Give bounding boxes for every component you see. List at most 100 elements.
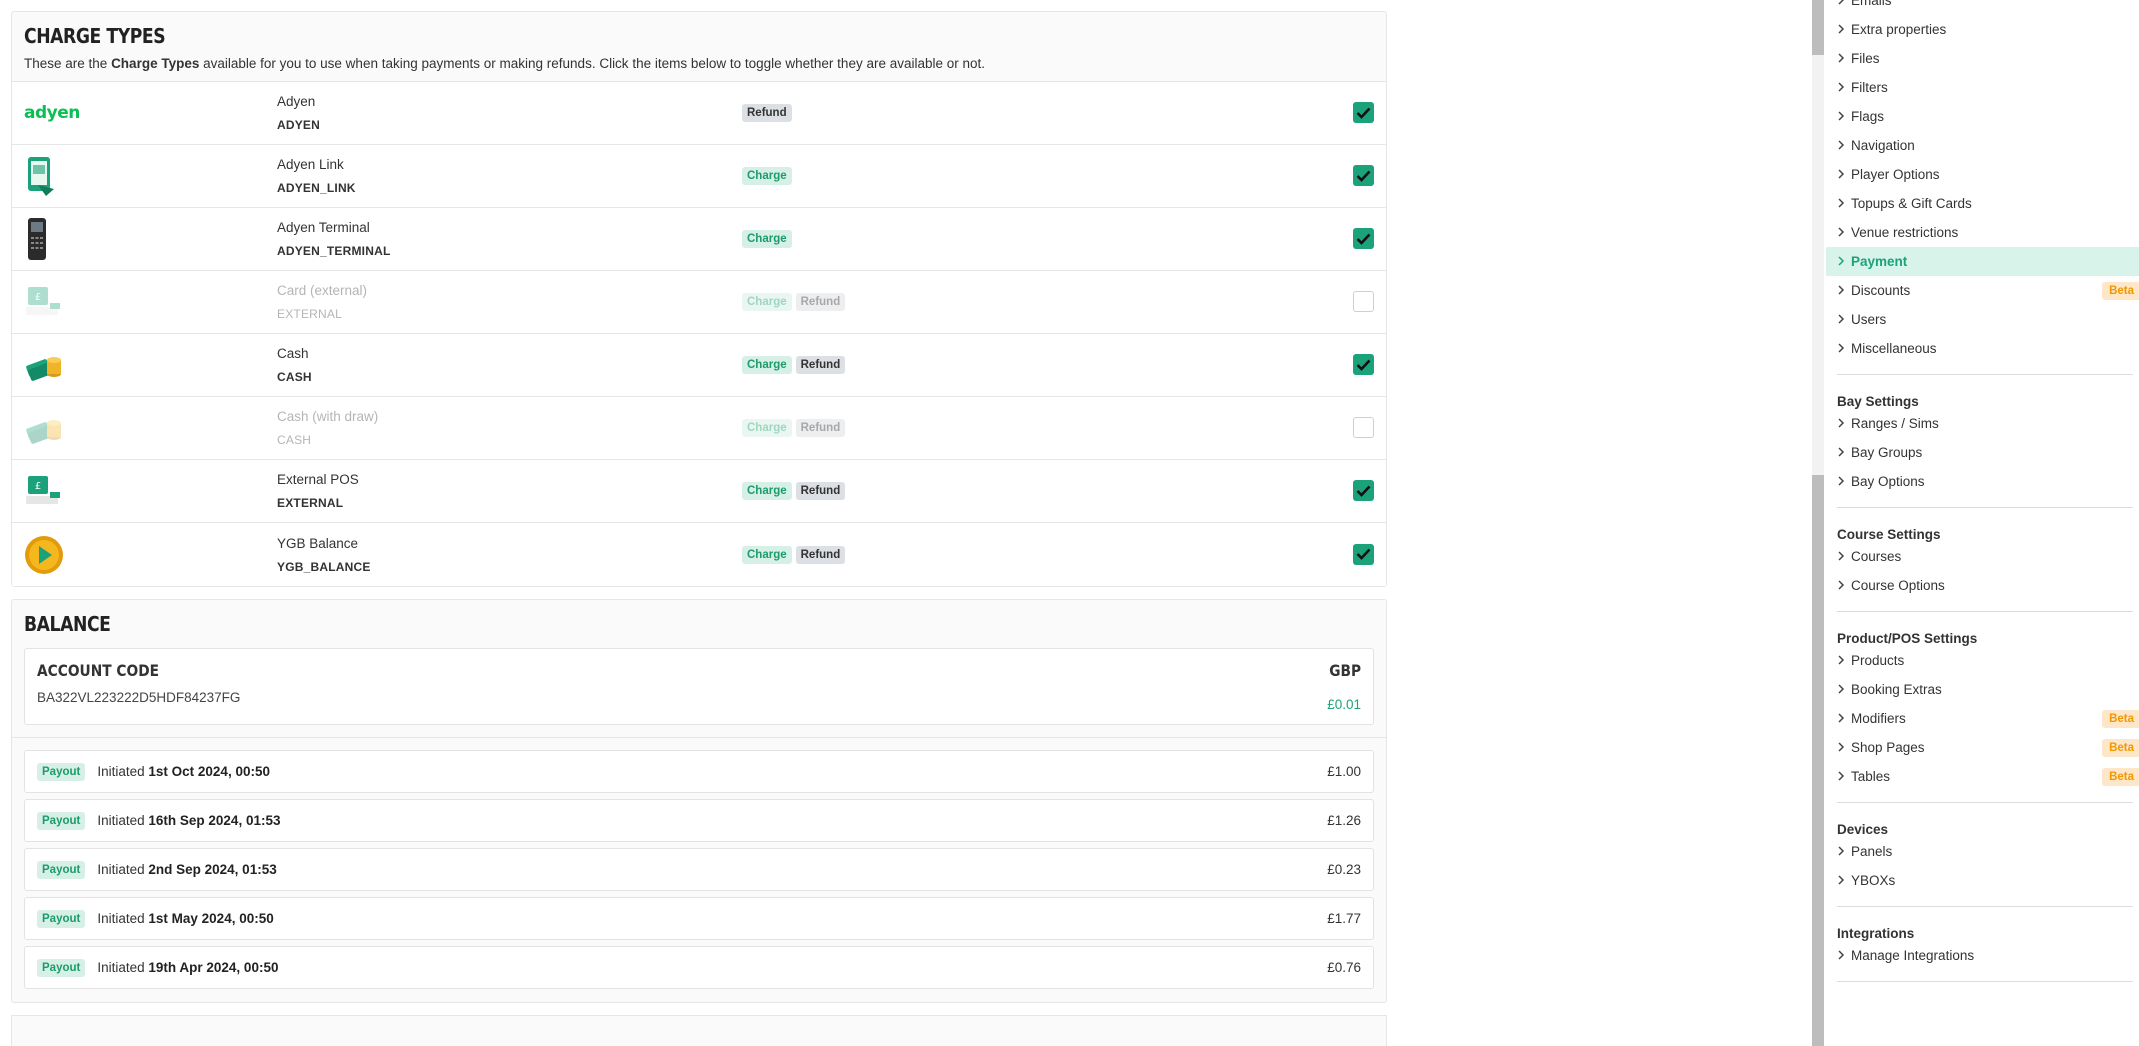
payout-date: 16th Sep 2024, 01:53: [148, 813, 281, 828]
payouts-list: Payout Initiated 1st Oct 2024, 00:50 £1.…: [12, 737, 1386, 1002]
sidebar-item-player-options[interactable]: Player Options: [1826, 160, 2139, 189]
sidebar-item-products[interactable]: Products: [1826, 646, 2139, 675]
sidebar-item-payment[interactable]: Payment: [1826, 247, 2139, 276]
charge-type-name: Adyen Link: [277, 157, 344, 172]
charge-type-tags: Charge: [742, 230, 792, 248]
chevron-right-icon: [1837, 579, 1851, 593]
main-content: CHARGE TYPES These are the Charge Types …: [11, 11, 1387, 1046]
chevron-right-icon: [1837, 313, 1851, 327]
charge-type-row-adyen[interactable]: adyen Adyen ADYEN Refund: [12, 82, 1386, 145]
enabled-checkbox[interactable]: [1353, 165, 1374, 186]
charge-type-code: CASH: [277, 433, 312, 447]
sidebar-item-course-options[interactable]: Course Options: [1826, 571, 2139, 600]
charge-type-row-ygb-balance[interactable]: YGB Balance YGB_BALANCE Charge Refund: [12, 523, 1386, 586]
sidebar-item-courses[interactable]: Courses: [1826, 542, 2139, 571]
sidebar-item-emails[interactable]: Emails: [1826, 0, 2139, 15]
charge-tag: Charge: [742, 545, 792, 564]
charge-type-icon-wrap: [12, 217, 277, 261]
payout-badge: Payout: [37, 909, 86, 928]
account-box: ACCOUNT CODE GBP BA322VL223222D5HDF84237…: [24, 648, 1374, 725]
sidebar-item-yboxs[interactable]: YBOXs: [1826, 866, 2139, 895]
chevron-right-icon: [1837, 139, 1851, 153]
sidebar-divider: [1837, 802, 2133, 803]
enabled-checkbox[interactable]: [1353, 480, 1374, 501]
sidebar-item-tables[interactable]: Tables Beta: [1826, 762, 2139, 791]
sidebar-item-bay-options[interactable]: Bay Options: [1826, 467, 2139, 496]
enabled-checkbox[interactable]: [1353, 543, 1374, 565]
sidebar-item-label: Shop Pages: [1851, 740, 1925, 755]
enabled-checkbox[interactable]: [1353, 291, 1374, 312]
chevron-right-icon: [1837, 52, 1851, 66]
charge-types-header: CHARGE TYPES These are the Charge Types …: [12, 12, 1386, 82]
sidebar-item-files[interactable]: Files: [1826, 44, 2139, 73]
check-icon: [1356, 359, 1371, 371]
sidebar-item-extra-properties[interactable]: Extra properties: [1826, 15, 2139, 44]
charge-type-row-cash[interactable]: Cash CASH Charge Refund: [12, 334, 1386, 397]
payout-badge: Payout: [37, 762, 86, 781]
sidebar-item-bay-groups[interactable]: Bay Groups: [1826, 438, 2139, 467]
sidebar-item-panels[interactable]: Panels: [1826, 837, 2139, 866]
card-terminal-icon: [28, 218, 46, 260]
pos-till-icon: £: [26, 476, 60, 504]
sidebar-item-booking-extras[interactable]: Booking Extras: [1826, 675, 2139, 704]
sidebar-item-shop-pages[interactable]: Shop Pages Beta: [1826, 733, 2139, 762]
charge-type-row-adyen-terminal[interactable]: Adyen Terminal ADYEN_TERMINAL Charge: [12, 208, 1386, 271]
scrollbar[interactable]: [1812, 0, 1824, 1046]
charge-type-row-card-external[interactable]: £ Card (external) EXTERNAL Charge Refund: [12, 271, 1386, 334]
sidebar-item-flags[interactable]: Flags: [1826, 102, 2139, 131]
sidebar-item-label: Files: [1851, 51, 1880, 66]
enabled-checkbox[interactable]: [1353, 228, 1374, 249]
sidebar-item-modifiers[interactable]: Modifiers Beta: [1826, 704, 2139, 733]
chevron-right-icon: [1837, 23, 1851, 37]
sidebar-item-manage-integrations[interactable]: Manage Integrations: [1826, 941, 2139, 970]
charge-type-row-cash-with-draw[interactable]: Cash (with draw) CASH Charge Refund: [12, 397, 1386, 460]
sidebar-item-filters[interactable]: Filters: [1826, 73, 2139, 102]
enabled-checkbox[interactable]: [1353, 417, 1374, 438]
enabled-checkbox[interactable]: [1353, 354, 1374, 375]
enabled-checkbox[interactable]: [1353, 102, 1374, 123]
ygb-coin-icon: [25, 535, 63, 574]
chevron-right-icon: [1837, 110, 1851, 124]
payout-text: Initiated 19th Apr 2024, 00:50: [97, 960, 279, 975]
scrollbar-thumb[interactable]: [1812, 475, 1824, 1046]
scrollbar-thumb-top[interactable]: [1812, 0, 1824, 55]
payout-date: 2nd Sep 2024, 01:53: [148, 862, 277, 877]
cash-coins-icon: [26, 357, 61, 381]
charge-tag: Charge: [742, 293, 792, 311]
charge-type-code: EXTERNAL: [277, 307, 342, 321]
payout-text: Initiated 1st May 2024, 00:50: [97, 911, 274, 926]
charge-type-code: ADYEN: [277, 118, 321, 132]
sidebar-item-ranges-sims[interactable]: Ranges / Sims: [1826, 409, 2139, 438]
charge-type-names: External POS EXTERNAL: [277, 472, 742, 510]
charge-type-tags: Refund: [742, 104, 792, 122]
chevron-right-icon: [1837, 741, 1851, 755]
sidebar-divider: [1837, 611, 2133, 612]
payout-badge: Payout: [37, 860, 86, 879]
refund-tag: Refund: [795, 356, 846, 374]
sidebar-item-label: Bay Groups: [1851, 445, 1923, 460]
check-icon: [1356, 170, 1371, 182]
charge-type-tags: Charge Refund: [742, 482, 846, 500]
sidebar-item-label: Filters: [1851, 80, 1888, 95]
sidebar-item-users[interactable]: Users: [1826, 305, 2139, 334]
charge-types-title: CHARGE TYPES: [24, 24, 166, 48]
charge-tag: Charge: [742, 167, 792, 185]
charge-type-name: Cash (with draw): [277, 409, 379, 424]
charge-tag: Charge: [742, 419, 792, 437]
payout-amount: £1.00: [1327, 764, 1361, 779]
payout-row: Payout Initiated 1st May 2024, 00:50 £1.…: [24, 897, 1374, 940]
charge-type-row-external-pos[interactable]: £ External POS EXTERNAL Charge Refund: [12, 460, 1386, 523]
chevron-right-icon: [1837, 770, 1851, 784]
sidebar-item-miscellaneous[interactable]: Miscellaneous: [1826, 334, 2139, 363]
sidebar-item-venue-restrictions[interactable]: Venue restrictions: [1826, 218, 2139, 247]
charge-type-names: YGB Balance YGB_BALANCE: [277, 536, 742, 574]
charge-type-code: YGB_BALANCE: [277, 559, 371, 574]
sidebar-item-navigation[interactable]: Navigation: [1826, 131, 2139, 160]
charge-type-icon-wrap: £: [12, 285, 277, 319]
sidebar-item-topups-gift-cards[interactable]: Topups & Gift Cards: [1826, 189, 2139, 218]
charge-type-row-adyen-link[interactable]: Adyen Link ADYEN_LINK Charge: [12, 145, 1386, 208]
sidebar-item-discounts[interactable]: Discounts Beta: [1826, 276, 2139, 305]
chevron-right-icon: [1837, 683, 1851, 697]
sidebar-item-label: Panels: [1851, 844, 1893, 859]
charge-type-icon-wrap: [12, 155, 277, 197]
